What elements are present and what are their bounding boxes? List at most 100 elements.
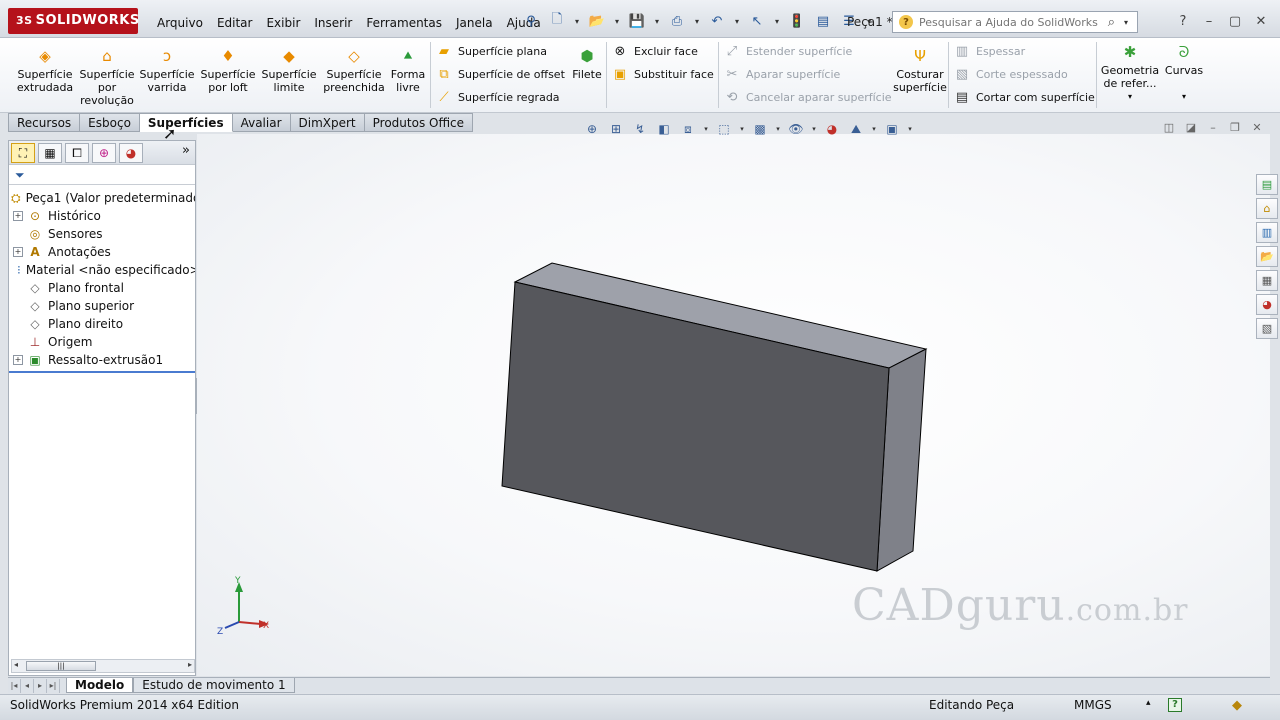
menu-ferramentas[interactable]: Ferramentas xyxy=(359,14,449,32)
help-icon[interactable]: ? xyxy=(1174,12,1192,30)
reference-geometry-dropdown-icon[interactable]: ▾ xyxy=(1100,90,1160,103)
search-dropdown-icon[interactable]: ▾ xyxy=(1121,11,1131,33)
design-library-icon[interactable]: ▥ xyxy=(1256,222,1278,243)
tree-item-sensores[interactable]: ◎ Sensores xyxy=(9,225,195,243)
menu-janela[interactable]: Janela xyxy=(449,14,500,32)
display-manager-tab-icon[interactable]: ◕ xyxy=(119,143,143,163)
tab-esboco[interactable]: Esboço xyxy=(80,113,140,132)
delete-face-button[interactable]: ⊗ Excluir face xyxy=(612,41,698,61)
new-dropdown-icon[interactable]: ▾ xyxy=(572,10,582,32)
ruled-surface-button[interactable]: ⟋ Superfície regrada xyxy=(436,87,559,107)
offset-surface-button[interactable]: ⧉ Superfície de offset xyxy=(436,64,565,84)
tree-root-part[interactable]: ⛭ Peça1 (Valor predeterminado< xyxy=(9,189,195,207)
appearances-icon[interactable]: ◕ xyxy=(1256,294,1278,315)
unit-system-selector[interactable]: MMGS xyxy=(1074,698,1112,712)
tree-item-plano-superior[interactable]: ◇ Plano superior xyxy=(9,297,195,315)
select-dropdown-icon[interactable]: ▾ xyxy=(772,10,782,32)
select-arrow-icon[interactable]: ↖ xyxy=(746,10,768,32)
fillet-button[interactable]: ⬢ Filete xyxy=(568,49,606,82)
extruded-surface-button[interactable]: ◈ Superfície extrudada xyxy=(14,49,76,95)
tree-item-plano-direito[interactable]: ◇ Plano direito xyxy=(9,315,195,333)
viewport-split-icon[interactable]: ◫ xyxy=(1162,120,1176,134)
menu-inserir[interactable]: Inserir xyxy=(307,14,359,32)
expand-icon[interactable]: + xyxy=(13,355,23,365)
solidworks-resources-icon[interactable]: ▤ xyxy=(1256,174,1278,195)
solidworks-logo[interactable]: 3S SOLIDWORKS xyxy=(8,8,139,34)
last-tab-icon[interactable]: ▸| xyxy=(47,678,60,693)
scroll-left-icon[interactable]: ◂ xyxy=(14,660,18,669)
restore-icon[interactable]: ▢ xyxy=(1226,12,1244,30)
curves-button[interactable]: ᘐ Curvas ▾ xyxy=(1164,45,1204,103)
pin-icon[interactable]: ⚲ xyxy=(520,10,542,32)
box-front-face[interactable] xyxy=(501,281,890,572)
panel-horizontal-scrollbar[interactable]: ◂ ||| ▸ xyxy=(11,659,195,673)
open-dropdown-icon[interactable]: ▾ xyxy=(612,10,622,32)
reference-geometry-button[interactable]: ✱ Geometria de refer... ▾ xyxy=(1100,45,1160,103)
quick-tips-icon[interactable]: ? xyxy=(1168,698,1182,712)
help-search-box[interactable]: ? ⌕ ▾ xyxy=(892,11,1138,33)
save-dropdown-icon[interactable]: ▾ xyxy=(652,10,662,32)
minimize-icon[interactable]: – xyxy=(1200,12,1218,30)
search-icon[interactable]: ⌕ xyxy=(1108,15,1115,30)
untrim-surface-button[interactable]: ⟲ Cancelar aparar superfície xyxy=(724,87,892,107)
knit-surface-button[interactable]: Ψ Costurar superfície xyxy=(892,49,948,95)
menu-exibir[interactable]: Exibir xyxy=(259,14,307,32)
filled-surface-button[interactable]: ◇ Superfície preenchida xyxy=(322,49,386,95)
help-search-input[interactable] xyxy=(919,15,1102,29)
file-explorer-icon[interactable]: 📂 xyxy=(1256,246,1278,267)
thickened-cut-button[interactable]: ▧ Corte espessado xyxy=(954,64,1068,84)
tag-icon[interactable]: ◆ xyxy=(1232,698,1242,713)
tree-item-origem[interactable]: ⊥ Origem xyxy=(9,333,195,351)
lofted-surface-button[interactable]: ♦ Superfície por loft xyxy=(198,49,258,95)
tab-superficies[interactable]: Superfícies xyxy=(139,113,233,132)
tree-item-ressalto-extrusao1[interactable]: + ▣ Ressalto-extrusão1 xyxy=(9,351,195,369)
revolved-surface-button[interactable]: ⌂ Superfície por revolução xyxy=(78,49,136,108)
custom-properties-icon[interactable]: ▧ xyxy=(1256,318,1278,339)
save-icon[interactable]: 💾 xyxy=(626,10,648,32)
tree-item-anotacoes[interactable]: + A Anotações xyxy=(9,243,195,261)
surface-cut-button[interactable]: ▤ Cortar com superfície xyxy=(954,87,1095,107)
tab-recursos[interactable]: Recursos xyxy=(8,113,81,132)
rollback-bar[interactable] xyxy=(9,371,195,373)
menu-editar[interactable]: Editar xyxy=(210,14,260,32)
trim-surface-button[interactable]: ✂ Aparar superfície xyxy=(724,64,841,84)
planar-surface-button[interactable]: ▰ Superfície plana xyxy=(436,41,547,61)
print-icon[interactable]: ⎙ xyxy=(666,10,688,32)
feature-manager-tab-icon[interactable]: ⛶ xyxy=(11,143,35,163)
dimxpert-manager-tab-icon[interactable]: ⊕ xyxy=(92,143,116,163)
extend-surface-button[interactable]: ⤢ Estender superfície xyxy=(724,41,852,61)
panel-expand-icon[interactable]: » xyxy=(179,143,193,162)
rebuild-traffic-light-icon[interactable]: 🚦 xyxy=(786,10,808,32)
viewport-restore-icon[interactable]: ❐ xyxy=(1228,120,1242,134)
tab-estudo-movimento[interactable]: Estudo de movimento 1 xyxy=(133,678,295,693)
scrollbar-thumb[interactable]: ||| xyxy=(26,661,96,671)
graphics-area[interactable]: ⊕ ⊞ ↯ ◧ ⧈ ▾ ⬚ ▾ ▩ ▾ 👁 ▾ ◕ ⛰ ▾ ▣ ▾ ◫ ◪ – … xyxy=(197,121,1270,676)
curves-dropdown-icon[interactable]: ▾ xyxy=(1164,90,1204,103)
view-palette-icon[interactable]: ▦ xyxy=(1256,270,1278,291)
property-manager-tab-icon[interactable]: ▦ xyxy=(38,143,62,163)
tab-produtos-office[interactable]: Produtos Office xyxy=(364,113,474,132)
viewport-split-2-icon[interactable]: ◪ xyxy=(1184,120,1198,134)
tree-item-plano-frontal[interactable]: ◇ Plano frontal xyxy=(9,279,195,297)
viewport-minimize-icon[interactable]: – xyxy=(1206,120,1220,134)
file-properties-icon[interactable]: ▤ xyxy=(812,10,834,32)
expand-icon[interactable]: + xyxy=(13,247,23,257)
tab-dimxpert[interactable]: DimXpert xyxy=(290,113,365,132)
expand-icon[interactable]: + xyxy=(13,211,23,221)
prev-tab-icon[interactable]: ◂ xyxy=(21,678,34,693)
undo-icon[interactable]: ↶ xyxy=(706,10,728,32)
scroll-right-icon[interactable]: ▸ xyxy=(188,660,192,669)
viewport-close-icon[interactable]: ✕ xyxy=(1250,120,1264,134)
tab-avaliar[interactable]: Avaliar xyxy=(232,113,291,132)
print-dropdown-icon[interactable]: ▾ xyxy=(692,10,702,32)
filter-icon[interactable]: ⏷ xyxy=(9,167,195,185)
boundary-surface-button[interactable]: ◆ Superfície limite xyxy=(260,49,318,95)
open-folder-icon[interactable]: 📂 xyxy=(586,10,608,32)
close-icon[interactable]: ✕ xyxy=(1252,12,1270,30)
thicken-button[interactable]: ▥ Espessar xyxy=(954,41,1025,61)
swept-surface-button[interactable]: ↄ Superfície varrida xyxy=(138,49,196,95)
configuration-manager-tab-icon[interactable]: ⧠ xyxy=(65,143,89,163)
freeform-button[interactable]: ⯅ Forma livre xyxy=(388,49,428,95)
menu-arquivo[interactable]: Arquivo xyxy=(150,14,210,32)
replace-face-button[interactable]: ▣ Substituir face xyxy=(612,64,714,84)
